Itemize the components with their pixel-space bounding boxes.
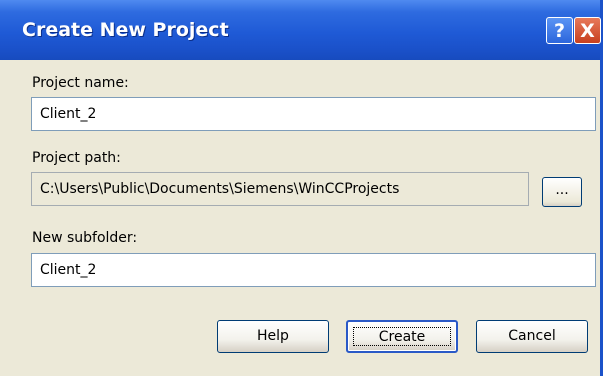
close-icon[interactable]: X [574, 17, 601, 44]
project-path-input[interactable]: C:\Users\Public\Documents\Siemens\WinCCP… [31, 172, 529, 206]
title-bar[interactable]: Create New Project ? X [0, 0, 601, 60]
create-project-dialog: Create New Project ? X Project name: Cli… [0, 0, 603, 376]
help-button[interactable]: Help [217, 320, 329, 353]
new-subfolder-label: New subfolder: [32, 230, 138, 246]
cancel-button[interactable]: Cancel [476, 320, 588, 353]
new-subfolder-input[interactable]: Client_2 [31, 253, 596, 287]
project-path-label: Project path: [32, 150, 121, 166]
project-name-input[interactable]: Client_2 [31, 97, 596, 131]
dialog-title: Create New Project [22, 19, 229, 41]
project-name-label: Project name: [32, 75, 129, 91]
browse-button[interactable]: ... [542, 177, 582, 207]
create-button-label: Create [353, 327, 451, 346]
help-icon[interactable]: ? [546, 17, 573, 44]
create-button[interactable]: Create [346, 320, 458, 353]
